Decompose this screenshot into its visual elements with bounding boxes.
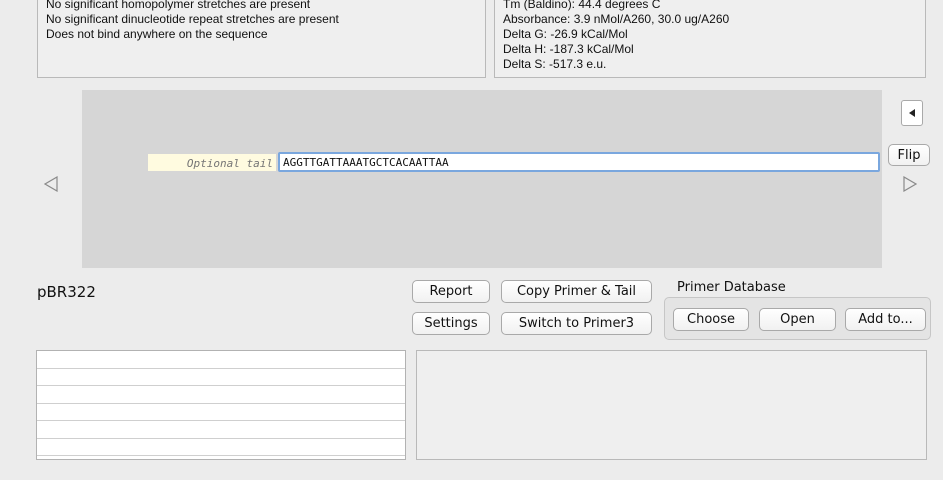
primer-sequence-area [82,90,882,268]
settings-button-label: Settings [424,316,478,331]
stat-line: Delta H: -187.3 kCal/Mol [503,42,634,56]
list-item[interactable] [37,439,405,456]
flip-button[interactable]: Flip [888,144,930,166]
primer-warnings-panel: No significant homopolymer stretches are… [37,0,486,78]
triangle-right-icon[interactable] [903,175,918,193]
collapse-button[interactable] [901,100,923,126]
list-item[interactable] [37,386,405,404]
choose-button[interactable]: Choose [673,308,749,331]
switch-primer3-button[interactable]: Switch to Primer3 [501,312,652,335]
copy-primer-tail-button[interactable]: Copy Primer & Tail [501,280,652,303]
list-item[interactable] [37,421,405,439]
warning-line: No significant dinucleotide repeat stret… [46,12,339,26]
primer-list[interactable] [36,350,406,460]
primer-database-label: Primer Database [677,280,786,295]
flip-button-label: Flip [897,147,921,163]
sequence-name: pBR322 [37,283,96,301]
open-button-label: Open [780,312,815,327]
list-item[interactable] [37,369,405,386]
warning-line: No significant homopolymer stretches are… [46,0,311,11]
settings-button[interactable]: Settings [412,312,490,335]
add-to-button[interactable]: Add to... [845,308,926,331]
list-item[interactable] [37,351,405,369]
optional-tail-input[interactable] [148,154,276,171]
stat-line: Absorbance: 3.9 nMol/A260, 30.0 ug/A260 [503,12,730,26]
primer-stats-panel: Tm (Baldino): 44.4 degrees C Absorbance:… [494,0,926,78]
copy-primer-tail-label: Copy Primer & Tail [516,284,637,299]
warnings-text: No significant homopolymer stretches are… [46,0,339,42]
warning-line: Does not bind anywhere on the sequence [46,27,268,41]
report-button[interactable]: Report [412,280,490,303]
list-item[interactable] [37,404,405,421]
stat-line: Tm (Baldino): 44.4 degrees C [503,0,661,11]
add-to-button-label: Add to... [858,312,913,327]
report-button-label: Report [429,284,473,299]
switch-primer3-label: Switch to Primer3 [518,316,635,331]
stat-line: Delta S: -517.3 e.u. [503,57,607,71]
triangle-left-icon[interactable] [43,175,58,193]
primer-sequence-input[interactable] [278,152,880,172]
stats-text: Tm (Baldino): 44.4 degrees C Absorbance:… [503,0,730,72]
triangle-left-filled-icon [909,109,915,117]
details-panel [416,350,927,460]
stat-line: Delta G: -26.9 kCal/Mol [503,27,628,41]
open-button[interactable]: Open [759,308,836,331]
choose-button-label: Choose [687,312,735,327]
